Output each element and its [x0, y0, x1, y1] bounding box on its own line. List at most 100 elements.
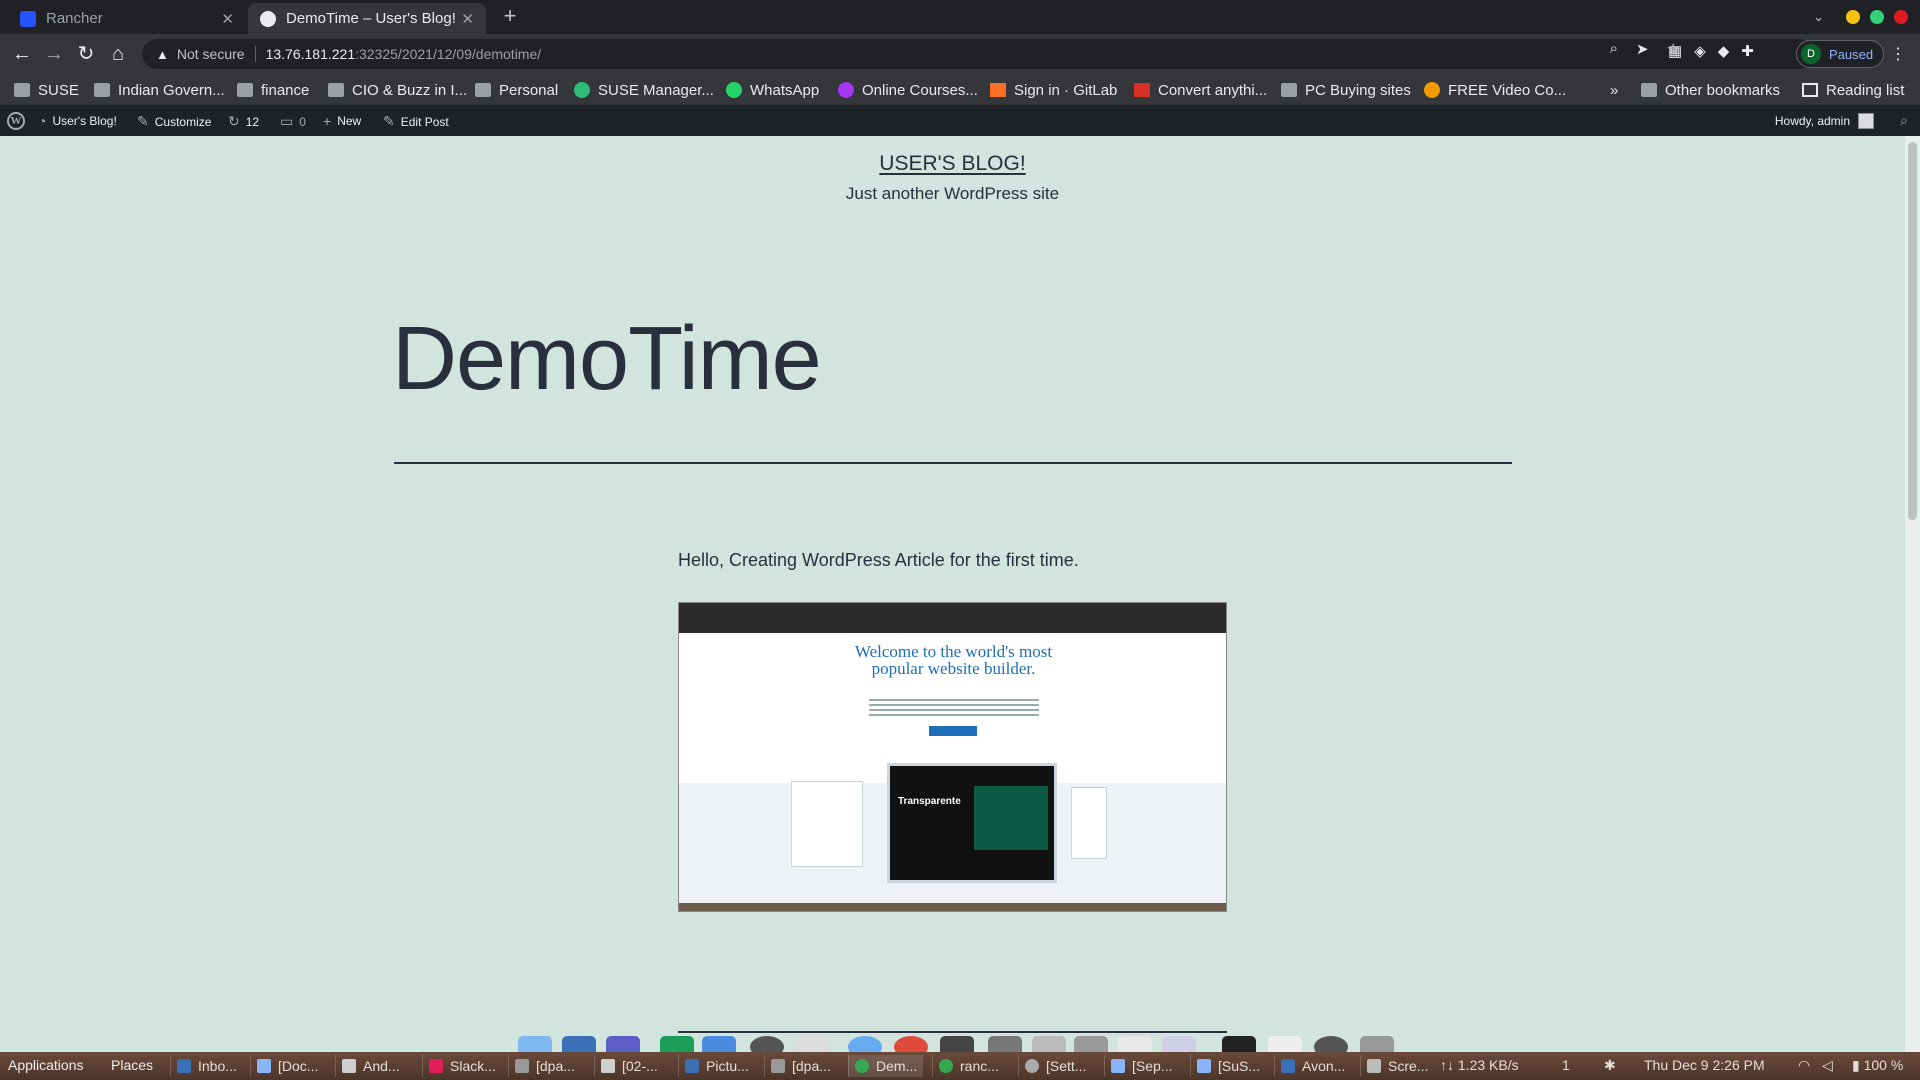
wp-updates-count: 12: [245, 114, 260, 129]
bookmark-suse-manager[interactable]: SUSE Manager...: [574, 80, 714, 100]
image-taskbar: [679, 903, 1226, 911]
new-tab-button[interactable]: +: [496, 3, 524, 29]
taskbar-window-label: [Sett...: [1046, 1058, 1087, 1074]
minimize-button[interactable]: [1846, 10, 1860, 24]
bookmark-suse[interactable]: SUSE: [14, 80, 79, 100]
bookmark-cio[interactable]: CIO & Buzz in I...: [328, 80, 467, 100]
network-speed-value: 1.23 KB/s: [1457, 1057, 1519, 1073]
wp-edit-post-label: Edit Post: [400, 114, 449, 129]
suse-icon: [574, 82, 590, 98]
close-icon[interactable]: ✕: [461, 10, 474, 28]
avatar: D: [1801, 44, 1821, 64]
page-scrollbar[interactable]: [1905, 136, 1920, 1052]
tab-demotime[interactable]: DemoTime – User's Blog! ✕: [248, 3, 486, 34]
scrollbar-thumb[interactable]: [1908, 142, 1917, 520]
workspace-switcher[interactable]: 1: [1562, 1057, 1570, 1073]
taskbar-window[interactable]: [dpa...: [764, 1055, 837, 1077]
taskbar-window[interactable]: [Sett...: [1018, 1055, 1092, 1077]
wp-site-name[interactable]: ◔ User's Blog!: [38, 113, 117, 129]
wp-new[interactable]: + New: [323, 113, 361, 129]
extensions: ▦ ◈ ◆ ✚: [1668, 42, 1754, 60]
site-title: USER'S BLOG!: [0, 152, 1905, 176]
taskbar-window[interactable]: Inbo...: [170, 1055, 243, 1077]
bookmark-free-video[interactable]: FREE Video Co...: [1424, 80, 1566, 100]
puzzle-icon[interactable]: ✚: [1741, 42, 1754, 60]
taskbar-window[interactable]: ranc...: [932, 1055, 1005, 1077]
battery[interactable]: ▮ 100 %: [1852, 1057, 1903, 1074]
taskbar-window[interactable]: [02-...: [594, 1055, 664, 1077]
profile-button[interactable]: D Paused: [1796, 40, 1885, 68]
close-icon[interactable]: ✕: [221, 10, 234, 28]
reading-list[interactable]: Reading list: [1802, 80, 1904, 100]
bookmark-pc-buying[interactable]: PC Buying sites: [1281, 80, 1411, 100]
search-icon[interactable]: ⌕: [1900, 112, 1908, 129]
taskbar-window-label: Scre...: [1388, 1058, 1429, 1074]
zoom-icon[interactable]: ⌕: [1610, 40, 1618, 58]
site-description: Just another WordPress site: [845, 184, 1060, 203]
bookmark-indian-govern[interactable]: Indian Govern...: [94, 80, 225, 100]
bookmarks-overflow-button[interactable]: »: [1610, 80, 1618, 100]
taskbar-window[interactable]: [dpa...: [508, 1055, 581, 1077]
close-window-button[interactable]: [1894, 10, 1908, 24]
taskbar-window[interactable]: Dem...: [848, 1055, 924, 1077]
wp-edit-post[interactable]: ✎ Edit Post: [383, 113, 449, 130]
menu-icon[interactable]: ⋮: [1890, 44, 1906, 64]
places-menu[interactable]: Places: [111, 1057, 153, 1073]
taskbar-window[interactable]: Slack...: [422, 1055, 502, 1077]
bookmark-whatsapp[interactable]: WhatsApp: [726, 80, 819, 100]
taskbar-window[interactable]: And...: [335, 1055, 406, 1077]
wp-comments[interactable]: ▭ 0: [280, 113, 306, 130]
wp-account[interactable]: Howdy, admin: [1775, 113, 1874, 129]
wordpress-logo-icon[interactable]: W: [7, 112, 25, 130]
tab-title: DemoTime – User's Blog!: [286, 10, 456, 27]
accessibility-icon[interactable]: ✱: [1604, 1057, 1616, 1074]
taskbar-window[interactable]: [Doc...: [250, 1055, 324, 1077]
taskbar-window-label: Avon...: [1302, 1058, 1346, 1074]
bookmark-finance[interactable]: finance: [237, 80, 309, 100]
extension-icon[interactable]: ▦: [1668, 42, 1682, 60]
bookmarks-bar: SUSE Indian Govern... finance CIO & Buzz…: [0, 74, 1920, 106]
reload-icon[interactable]: ↻: [74, 42, 98, 66]
taskbar-window[interactable]: Avon...: [1274, 1055, 1351, 1077]
bookmark-label: WhatsApp: [750, 81, 820, 99]
network-speed: ↑↓ 1.23 KB/s: [1440, 1057, 1519, 1073]
address-bar[interactable]: ▲ Not secure 13.76.181.221:32325/2021/12…: [142, 39, 1814, 69]
taskbar-window[interactable]: Scre...: [1360, 1055, 1434, 1077]
tab-search-icon[interactable]: ⌄: [1813, 9, 1824, 25]
tab-title: Rancher: [46, 10, 103, 27]
gitlab-icon: [990, 83, 1006, 97]
site-title-link[interactable]: USER'S BLOG!: [879, 152, 1025, 175]
taskbar-window[interactable]: [SuS...: [1190, 1055, 1266, 1077]
desktop-taskbar: Applications Places Inbo... [Doc... And.…: [0, 1052, 1920, 1080]
tab-rancher[interactable]: Rancher ✕: [8, 3, 246, 34]
extension-icon[interactable]: ◈: [1694, 42, 1706, 60]
url-path: :32325/2021/12/09/demotime/: [355, 46, 542, 62]
maximize-button[interactable]: [1870, 10, 1884, 24]
bookmark-convert[interactable]: Convert anythi...: [1134, 80, 1267, 100]
home-icon[interactable]: ⌂: [106, 42, 130, 66]
reading-list-icon: [1802, 83, 1818, 97]
bookmark-personal[interactable]: Personal: [475, 80, 558, 100]
extension-icon[interactable]: ◆: [1718, 42, 1730, 60]
wifi-icon[interactable]: ◠: [1798, 1057, 1810, 1074]
image-laptop-cover: [974, 786, 1048, 850]
updates-icon: ↻: [228, 113, 240, 129]
battery-level: 100 %: [1863, 1057, 1904, 1073]
taskbar-window[interactable]: [Sep...: [1104, 1055, 1178, 1077]
forward-icon[interactable]: →: [42, 42, 66, 66]
brush-icon: ✎: [137, 113, 149, 129]
taskbar-window[interactable]: Pictu...: [678, 1055, 755, 1077]
clock[interactable]: Thu Dec 9 2:26 PM: [1644, 1057, 1765, 1073]
volume-icon[interactable]: ◁: [1822, 1057, 1833, 1074]
send-icon[interactable]: ➤: [1636, 40, 1649, 58]
other-bookmarks[interactable]: Other bookmarks: [1641, 80, 1780, 100]
wp-customize[interactable]: ✎ Customize: [137, 113, 211, 130]
bookmark-online-courses[interactable]: Online Courses...: [838, 80, 978, 100]
window-icon: [771, 1059, 785, 1073]
wp-updates[interactable]: ↻ 12: [228, 113, 259, 130]
applications-menu[interactable]: Applications: [8, 1057, 84, 1073]
bookmark-label: finance: [261, 81, 310, 99]
wp-site-name-label: User's Blog!: [52, 114, 117, 128]
bookmark-gitlab[interactable]: Sign in · GitLab: [990, 80, 1117, 100]
back-icon[interactable]: ←: [10, 42, 34, 66]
